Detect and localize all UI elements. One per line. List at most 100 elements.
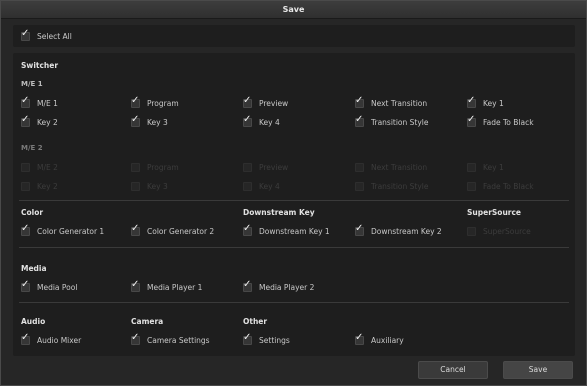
media-player-1-checkbox[interactable]: ✓ Media Player 1 <box>131 279 203 293</box>
checkbox-box[interactable]: ✓ <box>131 223 140 236</box>
me1-checkbox-next-transition[interactable]: ✓ Next Transition <box>355 95 427 109</box>
checkbox-box[interactable]: ✓ <box>131 332 140 345</box>
me1-checkbox-transition-style[interactable]: ✓ Transition Style <box>355 114 429 128</box>
me2-checkbox-key3: Key 3 <box>131 180 168 192</box>
checkbox-box[interactable]: ✓ <box>131 114 140 127</box>
downstream-key-heading: Downstream Key <box>243 208 315 217</box>
checkbox-box <box>467 181 476 191</box>
checkmark-icon: ✓ <box>355 222 364 234</box>
checkmark-icon: ✓ <box>21 331 30 343</box>
me2-checkbox-preview: Preview <box>243 161 288 173</box>
checkbox-box[interactable]: ✓ <box>21 279 30 292</box>
checkbox-box[interactable]: ✓ <box>355 95 364 108</box>
checkbox-box[interactable]: ✓ <box>467 95 476 108</box>
checkbox-box[interactable]: ✓ <box>131 279 140 292</box>
checkbox-box[interactable]: ✓ <box>355 223 364 236</box>
checkmark-icon: ✓ <box>131 222 140 234</box>
me1-checkbox-fade-to-black[interactable]: ✓ Fade To Black <box>467 114 534 128</box>
select-all-checkbox-box[interactable]: ✓ <box>21 28 30 41</box>
supersource-heading: SuperSource <box>467 208 522 217</box>
camera-heading: Camera <box>131 317 164 326</box>
checkbox-label: Preview <box>259 98 289 108</box>
checkbox-label: Settings <box>259 335 290 345</box>
checkbox-box <box>21 181 30 191</box>
me1-checkbox-key2[interactable]: ✓ Key 2 <box>21 114 58 128</box>
checkbox-box[interactable]: ✓ <box>355 332 364 345</box>
camera-settings-checkbox[interactable]: ✓ Camera Settings <box>131 332 210 346</box>
checkbox-label: Audio Mixer <box>37 335 82 345</box>
me2-checkbox-key2: Key 2 <box>21 180 58 192</box>
color-generator-1-checkbox[interactable]: ✓ Color Generator 1 <box>21 223 105 237</box>
checkbox-box[interactable]: ✓ <box>355 114 364 127</box>
save-button[interactable]: Save <box>503 361 573 379</box>
checkbox-label: Key 3 <box>147 117 168 127</box>
checkbox-label: Key 1 <box>483 162 504 172</box>
checkmark-icon: ✓ <box>243 222 252 234</box>
checkbox-box[interactable]: ✓ <box>21 223 30 236</box>
downstream-key-2-checkbox[interactable]: ✓ Downstream Key 2 <box>355 223 442 237</box>
checkbox-box[interactable]: ✓ <box>243 114 252 127</box>
checkbox-box[interactable]: ✓ <box>131 95 140 108</box>
me1-checkbox-program[interactable]: ✓ Program <box>131 95 179 109</box>
auxiliary-checkbox[interactable]: ✓ Auxiliary <box>355 332 404 346</box>
checkbox-box[interactable]: ✓ <box>467 114 476 127</box>
checkbox-box[interactable]: ✓ <box>243 223 252 236</box>
checkbox-label: Key 4 <box>259 181 280 191</box>
checkbox-label: M/E 1 <box>37 98 58 108</box>
switcher-heading: Switcher <box>21 61 59 70</box>
me1-checkbox-key1[interactable]: ✓ Key 1 <box>467 95 504 109</box>
me2-checkbox-me2: M/E 2 <box>21 161 58 173</box>
select-all-panel: ✓ Select All <box>13 25 575 47</box>
checkbox-label: Transition Style <box>371 181 429 191</box>
me2-checkbox-next-transition: Next Transition <box>355 161 427 173</box>
checkbox-label: Key 2 <box>37 117 58 127</box>
checkbox-box <box>131 162 140 172</box>
audio-heading: Audio <box>21 317 46 326</box>
checkbox-label: Media Player 2 <box>259 282 315 292</box>
select-all-checkbox[interactable]: ✓ Select All <box>21 28 72 42</box>
me1-checkbox-me1[interactable]: ✓ M/E 1 <box>21 95 58 109</box>
checkmark-icon: ✓ <box>355 331 364 343</box>
me1-subheading: M/E 1 <box>21 80 43 88</box>
checkbox-label: SuperSource <box>483 226 531 236</box>
checkmark-icon: ✓ <box>243 278 252 290</box>
color-heading: Color <box>21 208 44 217</box>
me1-checkbox-key4[interactable]: ✓ Key 4 <box>243 114 280 128</box>
select-all-label: Select All <box>37 31 72 41</box>
me1-checkbox-preview[interactable]: ✓ Preview <box>243 95 289 109</box>
checkbox-label: Program <box>147 162 179 172</box>
media-pool-checkbox[interactable]: ✓ Media Pool <box>21 279 78 293</box>
checkbox-label: Next Transition <box>371 162 428 172</box>
checkbox-box <box>131 181 140 191</box>
checkbox-box[interactable]: ✓ <box>21 95 30 108</box>
checkbox-box[interactable]: ✓ <box>243 279 252 292</box>
downstream-key-1-checkbox[interactable]: ✓ Downstream Key 1 <box>243 223 330 237</box>
checkmark-icon: ✓ <box>21 113 30 125</box>
checkbox-box[interactable]: ✓ <box>21 332 30 345</box>
other-heading: Other <box>243 317 268 326</box>
checkmark-icon: ✓ <box>131 113 140 125</box>
checkbox-label: Media Player 1 <box>147 282 203 292</box>
audio-mixer-checkbox[interactable]: ✓ Audio Mixer <box>21 332 82 346</box>
checkbox-label: Preview <box>259 162 289 172</box>
checkbox-box[interactable]: ✓ <box>21 114 30 127</box>
section-divider <box>19 302 569 303</box>
checkbox-label: Key 3 <box>147 181 168 191</box>
me2-checkbox-key1: Key 1 <box>467 161 504 173</box>
checkmark-icon: ✓ <box>243 113 252 125</box>
checkbox-box[interactable]: ✓ <box>243 332 252 345</box>
cancel-button[interactable]: Cancel <box>418 361 488 379</box>
checkmark-icon: ✓ <box>21 278 30 290</box>
me1-checkbox-key3[interactable]: ✓ Key 3 <box>131 114 168 128</box>
color-generator-2-checkbox[interactable]: ✓ Color Generator 2 <box>131 223 215 237</box>
checkbox-box[interactable]: ✓ <box>243 95 252 108</box>
checkbox-box <box>467 162 476 172</box>
checkbox-label: Fade To Black <box>483 181 534 191</box>
settings-checkbox[interactable]: ✓ Settings <box>243 332 290 346</box>
checkmark-icon: ✓ <box>131 278 140 290</box>
checkbox-label: Color Generator 2 <box>147 226 215 236</box>
media-player-2-checkbox[interactable]: ✓ Media Player 2 <box>243 279 315 293</box>
checkbox-label: Color Generator 1 <box>37 226 105 236</box>
checkmark-icon: ✓ <box>355 113 364 125</box>
checkbox-label: Media Pool <box>37 282 78 292</box>
